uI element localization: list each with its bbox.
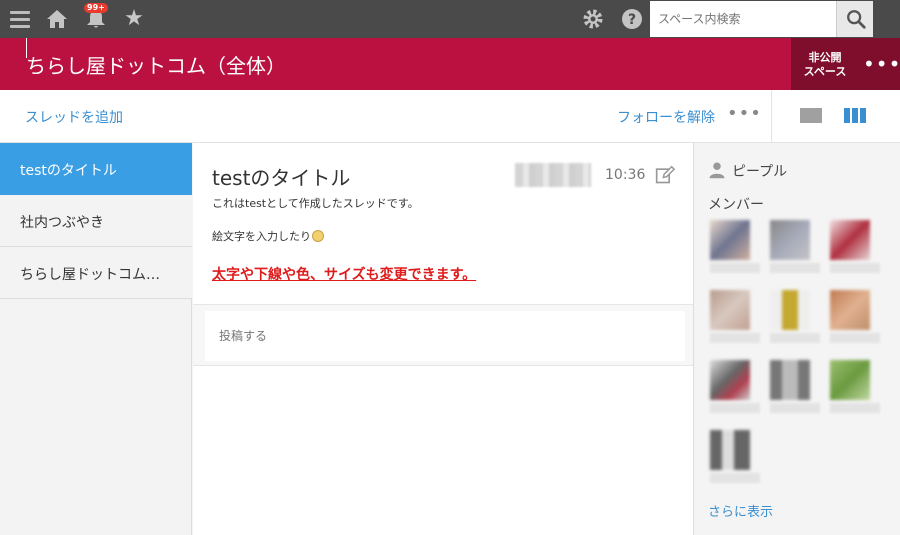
person-icon bbox=[709, 162, 725, 179]
home-icon[interactable] bbox=[45, 7, 69, 31]
member-avatar[interactable] bbox=[770, 290, 820, 343]
members-label: メンバー bbox=[708, 197, 764, 213]
member-avatar[interactable] bbox=[770, 360, 820, 413]
svg-text:?: ? bbox=[628, 12, 636, 28]
action-bar: スレッドを追加 フォローを解除 ••• bbox=[0, 90, 900, 143]
thread-content: testのタイトル 10:36 これはtestとして作成したスレッドです。 絵文… bbox=[193, 143, 694, 535]
author-name-blurred bbox=[515, 163, 591, 187]
member-avatar[interactable] bbox=[710, 430, 760, 483]
gear-icon[interactable] bbox=[581, 7, 605, 31]
thread-title: testのタイトル bbox=[212, 166, 351, 190]
add-thread-link[interactable]: スレッドを追加 bbox=[25, 107, 123, 127]
search-input[interactable] bbox=[650, 1, 836, 37]
single-column-layout-icon[interactable] bbox=[800, 108, 822, 123]
styled-text-line: 太字や下線や色、サイズも変更できます。 bbox=[212, 267, 477, 283]
space-menu-button[interactable]: ••• bbox=[863, 52, 900, 76]
thread-list: testのタイトル 社内つぶやき ちらし屋ドットコム（全体） bbox=[0, 143, 192, 535]
edit-icon[interactable] bbox=[655, 165, 675, 185]
member-avatar[interactable] bbox=[830, 220, 880, 273]
menu-icon[interactable] bbox=[8, 7, 32, 31]
space-header: ちらし屋ドットコム（全体） 非公開 スペース ••• bbox=[0, 38, 900, 90]
people-heading-label: ピープル bbox=[732, 164, 788, 180]
emoji-icon bbox=[312, 230, 324, 242]
top-bar: 99+ ★ ? bbox=[0, 0, 900, 38]
member-avatar[interactable] bbox=[710, 360, 760, 413]
thread-body-text: 絵文字を入力したり bbox=[212, 230, 311, 243]
member-avatar[interactable] bbox=[710, 220, 760, 273]
post-area bbox=[193, 304, 693, 366]
member-avatar[interactable] bbox=[770, 220, 820, 273]
member-avatar[interactable] bbox=[830, 290, 880, 343]
member-avatar[interactable] bbox=[710, 290, 760, 343]
post-input[interactable] bbox=[205, 311, 685, 361]
thread-timestamp: 10:36 bbox=[605, 167, 646, 183]
show-more-members-link[interactable]: さらに表示 bbox=[708, 501, 773, 520]
star-icon[interactable]: ★ bbox=[122, 7, 146, 31]
space-title: ちらし屋ドットコム（全体） bbox=[26, 54, 286, 78]
search-button[interactable] bbox=[836, 1, 873, 37]
thread-list-item[interactable]: 社内つぶやき bbox=[0, 195, 192, 247]
help-icon[interactable]: ? bbox=[620, 7, 644, 31]
private-space-box: 非公開 スペース ••• bbox=[791, 38, 900, 90]
thread-list-item[interactable]: ちらし屋ドットコム（全体） bbox=[0, 247, 192, 299]
people-heading: ピープル bbox=[708, 161, 787, 181]
unfollow-link[interactable]: フォローを解除 bbox=[617, 107, 715, 127]
thread-body-line-emoji: 絵文字を入力したり bbox=[212, 228, 324, 244]
private-space-label: 非公開 スペース bbox=[803, 51, 847, 78]
people-panel: ピープル メンバー さらに表示 bbox=[695, 143, 900, 535]
split-layout-icon[interactable] bbox=[844, 108, 866, 123]
thread-list-item[interactable]: testのタイトル bbox=[0, 143, 192, 195]
search-icon bbox=[847, 10, 866, 29]
divider bbox=[771, 90, 772, 142]
member-avatar[interactable] bbox=[830, 360, 880, 413]
notification-badge: 99+ bbox=[84, 3, 108, 13]
thread-body-line: これはtestとして作成したスレッドです。 bbox=[212, 197, 419, 210]
thread-menu-button[interactable]: ••• bbox=[727, 103, 762, 124]
